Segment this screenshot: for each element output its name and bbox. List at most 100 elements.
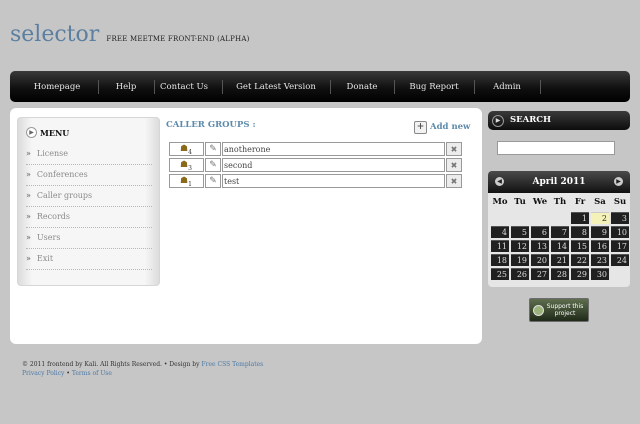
search-input[interactable] xyxy=(497,141,615,155)
calendar-month: April 2011 xyxy=(532,177,586,187)
add-icon: + xyxy=(414,121,427,134)
edit-icon[interactable]: ✎ xyxy=(205,142,221,156)
group-name[interactable]: test xyxy=(222,174,445,188)
calendar-day[interactable]: 20 xyxy=(531,254,549,266)
double-arrow-icon: » xyxy=(26,149,31,158)
menu-item-label: License xyxy=(36,149,68,158)
site-logo[interactable]: selector FREE MEETME FRONT-END (ALPHA) xyxy=(10,22,250,52)
footer-copyright: © 2011 frontend by Kali. All Rights Rese… xyxy=(22,361,200,368)
page-footer: © 2011 frontend by Kali. All Rights Rese… xyxy=(22,360,263,378)
nav-separator xyxy=(394,80,395,94)
group-member-count: 1 xyxy=(188,180,192,188)
calendar-day[interactable]: 23 xyxy=(591,254,609,266)
calendar-day[interactable]: 26 xyxy=(511,268,529,280)
delete-icon[interactable]: ✖ xyxy=(446,158,462,172)
menu-item-label: Users xyxy=(36,233,61,242)
calendar-day[interactable]: 19 xyxy=(511,254,529,266)
calendar-day[interactable]: 9 xyxy=(591,226,609,238)
calendar-widget: ◀ April 2011 ▶ Mo Tu We Th Fr Sa Su 1234… xyxy=(488,171,630,287)
sidebar-menu: ▶ MENU » License » Conferences » Caller gro… xyxy=(17,117,160,286)
nav-bug-report[interactable]: Bug Report xyxy=(396,71,472,102)
weekday-label: Su xyxy=(613,197,627,207)
footer-privacy-link[interactable]: Privacy Policy xyxy=(22,370,64,377)
menu-item-users[interactable]: » Users xyxy=(26,228,152,249)
calendar-day[interactable]: 30 xyxy=(591,268,609,280)
group-members-icon: ☗1 xyxy=(169,174,204,188)
nav-separator xyxy=(540,80,541,94)
double-arrow-icon: » xyxy=(26,233,31,242)
calendar-day[interactable]: 28 xyxy=(551,268,569,280)
calendar-day[interactable]: 24 xyxy=(611,254,629,266)
delete-icon[interactable]: ✖ xyxy=(446,142,462,156)
nav-homepage[interactable]: Homepage xyxy=(18,71,96,102)
add-new-label: Add new xyxy=(430,122,471,132)
support-project-button[interactable]: Support this project xyxy=(529,298,589,322)
support-label: Support this project xyxy=(546,303,584,317)
nav-get-latest-version[interactable]: Get Latest Version xyxy=(224,71,328,102)
nav-help[interactable]: Help xyxy=(100,71,152,102)
delete-icon[interactable]: ✖ xyxy=(446,174,462,188)
calendar-day[interactable]: 7 xyxy=(551,226,569,238)
calendar-day[interactable]: 4 xyxy=(491,226,509,238)
calendar-day[interactable]: 14 xyxy=(551,240,569,252)
group-name[interactable]: anotherone xyxy=(222,142,445,156)
caller-groups-heading: CALLER GROUPS : xyxy=(166,120,256,130)
arrow-icon: ▶ xyxy=(492,115,504,127)
calendar-day[interactable]: 5 xyxy=(511,226,529,238)
nav-donate[interactable]: Donate xyxy=(332,71,392,102)
calendar-day[interactable]: 22 xyxy=(571,254,589,266)
edit-icon[interactable]: ✎ xyxy=(205,158,221,172)
calendar-header: ◀ April 2011 ▶ xyxy=(488,171,630,193)
next-month-icon[interactable]: ▶ xyxy=(614,177,623,186)
group-members-icon: ☗3 xyxy=(169,158,204,172)
weekday-label: Mo xyxy=(492,197,508,207)
menu-item-records[interactable]: » Records xyxy=(26,207,152,228)
top-navigation: Homepage Help Contact Us Get Latest Vers… xyxy=(10,71,630,102)
calendar-day[interactable]: 29 xyxy=(571,268,589,280)
menu-item-caller-groups[interactable]: » Caller groups xyxy=(26,186,152,207)
calendar-day[interactable]: 17 xyxy=(611,240,629,252)
calendar-day[interactable]: 13 xyxy=(531,240,549,252)
footer-terms-link[interactable]: Terms of Use xyxy=(72,370,112,377)
weekday-label: Th xyxy=(553,197,567,207)
footer-design-link[interactable]: Free CSS Templates xyxy=(201,361,263,368)
menu-item-label: Conferences xyxy=(36,170,88,179)
calendar-day[interactable]: 3 xyxy=(611,212,629,224)
menu-item-license[interactable]: » License xyxy=(26,144,152,165)
nav-separator xyxy=(98,80,99,94)
group-row: ☗4 ✎ anotherone ✖ xyxy=(169,142,462,157)
calendar-day[interactable]: 11 xyxy=(491,240,509,252)
add-new-button[interactable]: + Add new xyxy=(414,121,470,134)
calendar-day[interactable]: 6 xyxy=(531,226,549,238)
group-member-count: 4 xyxy=(188,148,192,156)
nav-contact-us[interactable]: Contact Us xyxy=(156,71,212,102)
menu-arrow-icon: ▶ xyxy=(26,127,37,138)
calendar-day[interactable]: 15 xyxy=(571,240,589,252)
calendar-day-today[interactable]: 2 xyxy=(591,212,609,224)
search-title: SEARCH xyxy=(510,115,552,125)
logo-name: selector xyxy=(10,22,100,47)
menu-item-label: Exit xyxy=(36,254,54,263)
calendar-day[interactable]: 16 xyxy=(591,240,609,252)
group-row: ☗3 ✎ second ✖ xyxy=(169,158,462,173)
nav-separator xyxy=(474,80,475,94)
edit-icon[interactable]: ✎ xyxy=(205,174,221,188)
calendar-day[interactable]: 18 xyxy=(491,254,509,266)
calendar-day[interactable]: 1 xyxy=(571,212,589,224)
calendar-day[interactable]: 27 xyxy=(531,268,549,280)
weekday-label: Tu xyxy=(514,197,526,207)
nav-separator xyxy=(330,80,331,94)
calendar-day[interactable]: 10 xyxy=(611,226,629,238)
calendar-day[interactable]: 21 xyxy=(551,254,569,266)
menu-title: MENU xyxy=(40,128,70,138)
calendar-day[interactable]: 8 xyxy=(571,226,589,238)
calendar-day[interactable]: 12 xyxy=(511,240,529,252)
nav-admin[interactable]: Admin xyxy=(476,71,538,102)
menu-item-conferences[interactable]: » Conferences xyxy=(26,165,152,186)
menu-item-exit[interactable]: » Exit xyxy=(26,249,152,270)
calendar-day[interactable]: 25 xyxy=(491,268,509,280)
group-name[interactable]: second xyxy=(222,158,445,172)
double-arrow-icon: » xyxy=(26,191,31,200)
logo-tagline: FREE MEETME FRONT-END (ALPHA) xyxy=(106,35,250,43)
group-members-icon: ☗4 xyxy=(169,142,204,156)
